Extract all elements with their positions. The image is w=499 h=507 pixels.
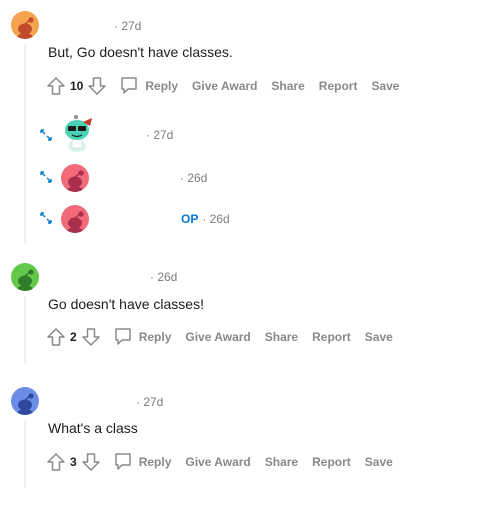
- comment-actions: 10 Reply Give Award Share Report Save: [46, 74, 399, 98]
- avatar[interactable]: [11, 387, 39, 415]
- op-badge: OP: [181, 212, 199, 226]
- vote-count: 2: [70, 330, 77, 344]
- comment-timestamp: · 26d: [150, 270, 178, 284]
- thread-line[interactable]: [24, 44, 26, 244]
- reply-label: Reply: [138, 455, 172, 469]
- comment-text: Go doesn't have classes!: [48, 296, 204, 312]
- comment-timestamp: · 27d: [146, 128, 174, 142]
- save-button[interactable]: Save: [371, 79, 399, 93]
- downvote-arrow-icon[interactable]: [81, 452, 101, 472]
- give-award-button[interactable]: Give Award: [185, 330, 250, 344]
- share-button[interactable]: Share: [271, 79, 304, 93]
- reply-button[interactable]: Reply: [119, 75, 178, 98]
- vote-count: 10: [70, 79, 84, 93]
- comment-actions: 3 Reply Give Award Share Report Save: [46, 450, 393, 474]
- upvote-arrow-icon[interactable]: [46, 76, 66, 96]
- comment-text: But, Go doesn't have classes.: [48, 44, 233, 60]
- give-award-button[interactable]: Give Award: [192, 79, 257, 93]
- comment-timestamp: · 27d: [114, 19, 142, 33]
- save-button[interactable]: Save: [365, 455, 393, 469]
- avatar[interactable]: [61, 205, 89, 233]
- comment-actions: 2 Reply Give Award Share Report Save: [46, 325, 393, 349]
- speech-bubble-icon: [119, 75, 139, 98]
- reply-button[interactable]: Reply: [113, 326, 172, 349]
- thread-line[interactable]: [24, 420, 26, 488]
- comment-text: What's a class: [48, 420, 138, 436]
- vote-count: 3: [70, 455, 77, 469]
- share-button[interactable]: Share: [265, 330, 298, 344]
- comment-meta: OP · 26d: [181, 212, 230, 226]
- reply-button[interactable]: Reply: [113, 451, 172, 474]
- expand-arrows-icon[interactable]: [39, 170, 53, 184]
- thread-line[interactable]: [24, 296, 26, 364]
- avatar[interactable]: [59, 112, 95, 152]
- avatar[interactable]: [11, 263, 39, 291]
- save-button[interactable]: Save: [365, 330, 393, 344]
- reply-label: Reply: [145, 79, 179, 93]
- speech-bubble-icon: [113, 326, 133, 349]
- avatar[interactable]: [61, 164, 89, 192]
- upvote-arrow-icon[interactable]: [46, 327, 66, 347]
- comment-timestamp: · 27d: [136, 395, 164, 409]
- downvote-arrow-icon[interactable]: [81, 327, 101, 347]
- downvote-arrow-icon[interactable]: [87, 76, 107, 96]
- expand-arrows-icon[interactable]: [39, 128, 53, 142]
- give-award-button[interactable]: Give Award: [185, 455, 250, 469]
- report-button[interactable]: Report: [312, 455, 351, 469]
- upvote-arrow-icon[interactable]: [46, 452, 66, 472]
- report-button[interactable]: Report: [319, 79, 358, 93]
- comment-timestamp: · 26d: [180, 171, 208, 185]
- reply-label: Reply: [138, 330, 172, 344]
- report-button[interactable]: Report: [312, 330, 351, 344]
- expand-arrows-icon[interactable]: [39, 211, 53, 225]
- comment-timestamp: · 26d: [202, 212, 230, 226]
- share-button[interactable]: Share: [265, 455, 298, 469]
- avatar[interactable]: [11, 11, 39, 39]
- speech-bubble-icon: [113, 451, 133, 474]
